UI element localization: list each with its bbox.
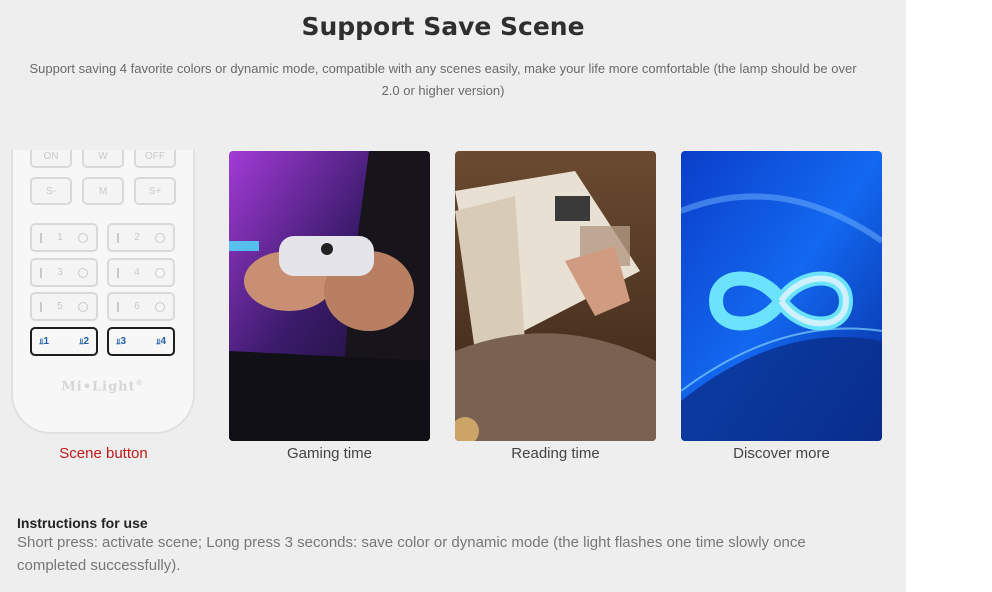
remote-illustration: ON W OFF S- M S+ 1 2 3 4 5 6 ⫫1 ⫫2 ⫫3 ⫫4…	[0, 150, 200, 440]
ring-icon	[155, 301, 165, 312]
discover-more-image	[681, 151, 882, 441]
content-panel: Support Save Scene Support saving 4 favo…	[0, 0, 906, 592]
remote-brand-logo: Mi•Light®	[61, 378, 144, 395]
remote-zone-button: 2	[107, 223, 175, 252]
remote-zone-button: 6	[107, 292, 175, 321]
gaming-time-caption: Gaming time	[286, 445, 373, 462]
ring-icon	[78, 232, 88, 243]
remote-w-button: W	[82, 150, 124, 168]
scene-button-caption: Scene button	[59, 445, 148, 462]
reading-time-caption: Reading time	[511, 445, 600, 462]
page-title: Support Save Scene	[301, 12, 585, 41]
page-subtitle: Support saving 4 favorite colors or dyna…	[29, 61, 857, 98]
ring-icon	[155, 232, 165, 243]
remote-zone-button: 3	[30, 258, 98, 287]
instructions-text: Short press: activate scene; Long press …	[17, 534, 806, 574]
remote-on-button: ON	[30, 150, 72, 168]
scene-3-label: ⫫3	[116, 336, 127, 347]
remote-zone-button: 1	[30, 223, 98, 252]
discover-more-caption: Discover more	[733, 445, 830, 462]
remote-zone-button: 4	[107, 258, 175, 287]
ring-icon	[78, 267, 88, 278]
ring-icon	[155, 267, 165, 278]
remote-s-minus-button: S-	[30, 177, 72, 205]
scene-4-label: ⫫4	[155, 336, 166, 347]
instructions-title: Instructions for use	[17, 515, 148, 531]
reading-time-image	[455, 151, 656, 441]
remote-scene-button-pair: ⫫1 ⫫2	[30, 327, 98, 356]
remote-scene-button-pair: ⫫3 ⫫4	[107, 327, 175, 356]
scene-1-label: ⫫1	[39, 336, 50, 347]
ring-icon	[78, 301, 88, 312]
remote-s-plus-button: S+	[134, 177, 176, 205]
remote-zone-button: 5	[30, 292, 98, 321]
gaming-time-image	[229, 151, 430, 441]
remote-off-button: OFF	[134, 150, 176, 168]
remote-m-button: M	[82, 177, 124, 205]
scene-2-label: ⫫2	[78, 336, 89, 347]
